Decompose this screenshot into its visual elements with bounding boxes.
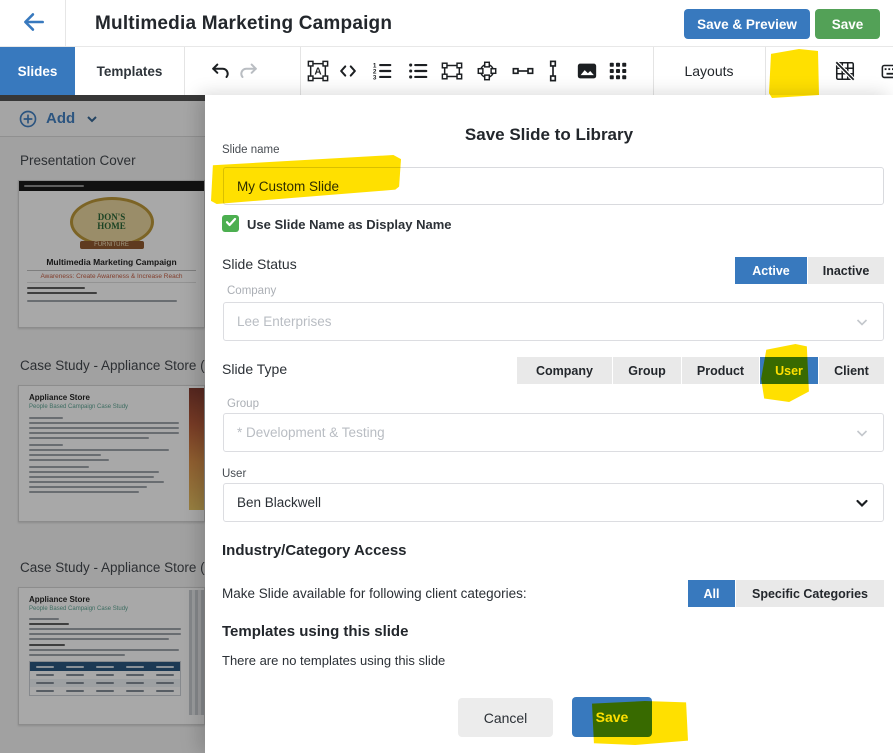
tab-slides[interactable]: Slides bbox=[0, 47, 75, 95]
group-select[interactable]: * Development & Testing bbox=[223, 413, 884, 452]
header-save-button[interactable]: Save bbox=[815, 9, 880, 39]
categories-description: Make Slide available for following clien… bbox=[222, 586, 527, 601]
slide-name-label: Slide name bbox=[222, 144, 280, 156]
slide-status-toggle: Active Inactive bbox=[735, 257, 884, 284]
image-icon[interactable] bbox=[576, 60, 598, 82]
vertical-line-icon[interactable] bbox=[542, 60, 564, 82]
user-select[interactable]: Ben Blackwell bbox=[223, 483, 884, 522]
save-slide-modal: Save Slide to Library Slide name My Cust… bbox=[205, 95, 893, 753]
display-name-checkbox[interactable] bbox=[222, 215, 239, 232]
company-select[interactable]: Lee Enterprises bbox=[223, 302, 884, 341]
slide-status-label: Slide Status bbox=[222, 256, 297, 272]
ellipse-shape-icon[interactable] bbox=[476, 60, 498, 82]
toolbar-divider bbox=[765, 47, 766, 95]
chevron-down-icon bbox=[855, 496, 869, 510]
modal-title: Save Slide to Library bbox=[205, 125, 893, 145]
save-and-preview-button[interactable]: Save & Preview bbox=[684, 9, 810, 39]
svg-text:3: 3 bbox=[373, 74, 377, 81]
cancel-button[interactable]: Cancel bbox=[458, 698, 553, 737]
modal-save-button[interactable]: Save bbox=[572, 697, 652, 737]
page-title: Multimedia Marketing Campaign bbox=[95, 0, 392, 47]
templates-heading: Templates using this slide bbox=[222, 623, 408, 640]
group-label: Group bbox=[227, 398, 259, 410]
checkmark-icon bbox=[225, 215, 237, 233]
app-header: Multimedia Marketing Campaign Save & Pre… bbox=[0, 0, 893, 47]
undo-icon[interactable] bbox=[210, 60, 232, 82]
grid-dots-icon[interactable] bbox=[607, 60, 629, 82]
redo-icon[interactable] bbox=[237, 60, 259, 82]
chevron-down-icon bbox=[855, 315, 869, 329]
chevron-down-icon bbox=[855, 426, 869, 440]
layouts-button[interactable]: Layouts bbox=[653, 47, 765, 95]
back-arrow-icon bbox=[21, 9, 47, 40]
bullet-list-icon[interactable] bbox=[407, 60, 429, 82]
slide-type-toggle: Company Group Product User Client bbox=[517, 357, 884, 384]
toolbar-divider bbox=[184, 47, 185, 95]
horizontal-line-icon[interactable] bbox=[512, 60, 534, 82]
rectangle-shape-icon[interactable] bbox=[441, 60, 463, 82]
numbered-list-icon[interactable]: 123 bbox=[371, 60, 393, 82]
keyboard-icon[interactable] bbox=[877, 60, 893, 82]
modal-backdrop[interactable] bbox=[0, 95, 205, 753]
editor-toolbar: Slides Templates A 123 Layouts bbox=[0, 47, 893, 95]
company-label: Company bbox=[227, 285, 276, 297]
display-name-checkbox-label: Use Slide Name as Display Name bbox=[247, 217, 452, 232]
user-label: User bbox=[222, 468, 246, 480]
tab-templates[interactable]: Templates bbox=[75, 47, 184, 95]
status-option-active[interactable]: Active bbox=[735, 257, 807, 284]
type-option-client[interactable]: Client bbox=[819, 357, 884, 384]
toolbar-divider bbox=[300, 47, 301, 95]
type-option-product[interactable]: Product bbox=[682, 357, 759, 384]
categories-option-all[interactable]: All bbox=[688, 580, 735, 607]
back-button[interactable] bbox=[14, 9, 54, 39]
status-option-inactive[interactable]: Inactive bbox=[808, 257, 884, 284]
type-option-group[interactable]: Group bbox=[613, 357, 681, 384]
code-icon[interactable] bbox=[337, 60, 359, 82]
slide-type-label: Slide Type bbox=[222, 361, 287, 377]
categories-option-specific[interactable]: Specific Categories bbox=[736, 580, 884, 607]
type-option-user[interactable]: User bbox=[760, 357, 818, 384]
slide-name-input[interactable]: My Custom Slide bbox=[223, 167, 884, 205]
svg-text:A: A bbox=[314, 67, 322, 78]
templates-empty-text: There are no templates using this slide bbox=[222, 653, 445, 668]
industry-category-heading: Industry/Category Access bbox=[222, 542, 407, 559]
categories-toggle: All Specific Categories bbox=[688, 580, 884, 607]
header-divider bbox=[65, 0, 66, 47]
text-box-icon[interactable]: A bbox=[307, 60, 329, 82]
type-option-company[interactable]: Company bbox=[517, 357, 612, 384]
table-off-icon[interactable] bbox=[834, 60, 856, 82]
